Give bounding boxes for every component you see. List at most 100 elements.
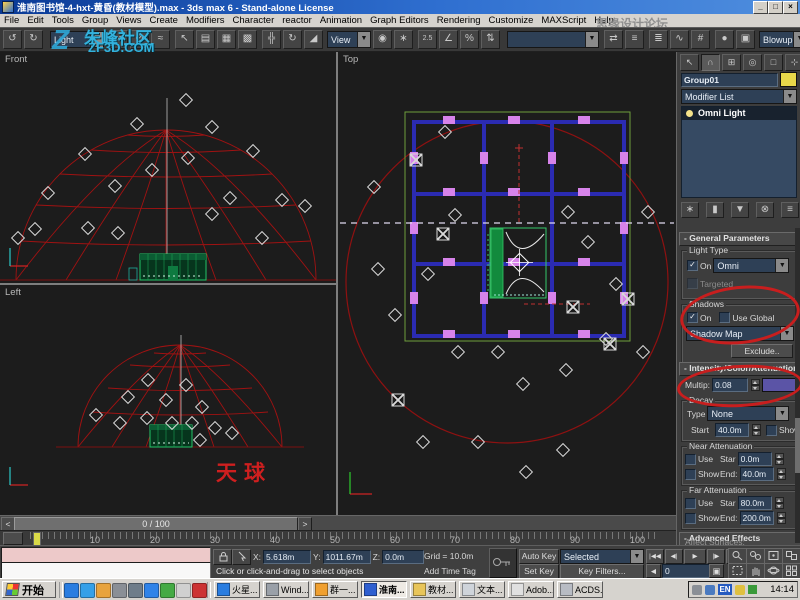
quick-launch-icon-7[interactable] xyxy=(160,583,175,598)
quick-launch-icon-2[interactable] xyxy=(80,583,95,598)
language-indicator[interactable]: EN xyxy=(718,584,732,595)
far-start-field[interactable]: 80.0m xyxy=(737,496,772,510)
undo-icon[interactable]: ↺ xyxy=(3,30,22,49)
omni-light-marker[interactable] xyxy=(194,399,210,415)
key-filters-button[interactable]: Key Filters... xyxy=(560,564,644,579)
rect-selection-region-icon[interactable]: ▦ xyxy=(217,30,236,49)
snap-toggle-icon[interactable]: 2.5 xyxy=(418,30,437,49)
omni-light-marker-selected[interactable] xyxy=(409,153,423,167)
omni-light-marker[interactable] xyxy=(370,261,386,277)
rollout-general-parameters[interactable]: - General Parameters xyxy=(679,232,800,246)
omni-light-marker[interactable] xyxy=(88,407,104,423)
material-editor-icon[interactable]: ● xyxy=(715,30,734,49)
zoom-extents-all-button[interactable] xyxy=(782,548,800,564)
far-start-spinner[interactable] xyxy=(774,497,784,509)
omni-light-marker[interactable] xyxy=(40,185,56,201)
omni-light-marker[interactable] xyxy=(144,162,160,178)
x-coordinate-field[interactable]: 5.618m xyxy=(263,550,312,564)
tab-create[interactable]: ↖ xyxy=(680,54,699,71)
tray-app-icon[interactable] xyxy=(748,585,757,594)
quick-launch-icon-9[interactable] xyxy=(192,583,207,598)
decay-show-checkbox[interactable] xyxy=(766,424,777,436)
viewport-label-left[interactable]: Left xyxy=(5,287,21,298)
maxscript-listener-white[interactable] xyxy=(1,562,211,579)
percent-snap-icon[interactable]: % xyxy=(460,30,479,49)
omni-light-marker[interactable] xyxy=(447,207,463,223)
viewport-top[interactable]: Top xyxy=(338,52,676,515)
omni-light-marker-selected[interactable] xyxy=(603,337,617,351)
track-bar[interactable]: 10 20 30 40 50 60 70 80 90 100 xyxy=(0,530,676,546)
maximize-button[interactable]: □ xyxy=(768,0,783,14)
omni-light-marker[interactable] xyxy=(437,124,453,140)
omni-light-marker[interactable] xyxy=(178,377,194,393)
absolute-offset-toggle[interactable] xyxy=(232,549,251,565)
omni-light-marker[interactable] xyxy=(555,442,571,458)
close-button[interactable]: × xyxy=(783,0,798,14)
far-end-spinner[interactable] xyxy=(776,512,786,524)
key-selection-dropdown[interactable]: Selected ▼ xyxy=(560,549,644,564)
decay-type-dropdown[interactable]: None ▼ xyxy=(707,406,790,421)
omni-light-marker[interactable] xyxy=(635,344,651,360)
panel-scrollbar-thumb[interactable] xyxy=(795,418,800,473)
key-mode-toggle[interactable]: ◄ xyxy=(646,564,661,578)
trackbar-filter-button[interactable] xyxy=(3,532,23,545)
spinner-snap-icon[interactable]: ⇅ xyxy=(481,30,500,49)
named-selection-dropdown[interactable]: ▼ xyxy=(507,31,599,48)
add-time-tag[interactable]: Add Time Tag xyxy=(424,566,476,576)
omni-light-marker[interactable] xyxy=(112,415,128,431)
menu-character[interactable]: Character xyxy=(229,15,279,26)
quick-launch-icon-1[interactable] xyxy=(64,583,79,598)
next-frame-button[interactable]: |▶ xyxy=(707,549,725,564)
volume-icon[interactable] xyxy=(692,584,702,595)
exclude-button[interactable]: Exclude.. xyxy=(731,344,793,358)
tray-app-icon[interactable] xyxy=(705,584,715,595)
pan-button[interactable] xyxy=(746,563,765,579)
omni-light-marker[interactable] xyxy=(120,389,136,405)
taskbar-task-7[interactable]: Adob... xyxy=(508,581,554,598)
tray-app-icon[interactable] xyxy=(735,584,745,595)
omni-light-marker[interactable] xyxy=(27,221,43,237)
omni-light-marker-selected[interactable] xyxy=(436,227,450,241)
rollout-intensity-color-attenuation[interactable]: - Intensity/Color/Attenuation xyxy=(679,362,800,376)
menu-modifiers[interactable]: Modifiers xyxy=(182,15,229,26)
layer-manager-icon[interactable]: ≣ xyxy=(649,30,668,49)
omni-light-marker[interactable] xyxy=(580,234,596,250)
omni-light-marker[interactable] xyxy=(140,372,156,388)
tab-motion[interactable]: ◎ xyxy=(743,54,762,71)
menu-help[interactable]: Help xyxy=(590,15,618,26)
taskbar-task-8[interactable]: ACDS... xyxy=(557,581,603,598)
menu-animation[interactable]: Animation xyxy=(316,15,366,26)
omni-light-marker[interactable] xyxy=(107,178,123,194)
menu-file[interactable]: File xyxy=(0,15,23,26)
omni-light-marker[interactable] xyxy=(274,192,290,208)
min-max-toggle-button[interactable] xyxy=(782,563,800,579)
omni-light-marker[interactable] xyxy=(640,204,656,220)
omni-light-marker[interactable] xyxy=(450,344,466,360)
curve-editor-icon[interactable]: ∿ xyxy=(670,30,689,49)
modifier-list-dropdown[interactable]: Modifier List ▼ xyxy=(681,89,797,104)
taskbar-task-1[interactable]: 火星... xyxy=(214,581,260,598)
panel-scrollbar[interactable] xyxy=(795,228,800,543)
tab-display[interactable]: □ xyxy=(764,54,783,71)
time-slider-left-arrow[interactable]: < xyxy=(1,517,15,531)
light-color-swatch[interactable] xyxy=(762,378,799,392)
trackbar-frame-marker[interactable] xyxy=(33,532,41,546)
shadows-on-checkbox[interactable]: ✓ xyxy=(687,312,698,323)
make-unique-icon[interactable]: ▼ xyxy=(731,202,749,218)
menu-create[interactable]: Create xyxy=(145,15,182,26)
near-show-checkbox[interactable] xyxy=(685,468,696,480)
omni-light-marker[interactable] xyxy=(204,119,220,135)
taskbar-task-5[interactable]: 教材... xyxy=(410,581,456,598)
omni-light-marker-selected[interactable] xyxy=(621,292,635,306)
play-button[interactable]: ▶ xyxy=(684,549,706,564)
menu-maxscript[interactable]: MAXScript xyxy=(537,15,590,26)
menu-customize[interactable]: Customize xyxy=(485,15,538,26)
menu-group[interactable]: Group xyxy=(78,15,112,26)
targeted-checkbox[interactable] xyxy=(687,278,698,289)
z-coordinate-field[interactable]: 0.0m xyxy=(382,550,425,564)
maxscript-listener-pink[interactable] xyxy=(1,547,211,563)
render-type-dropdown[interactable]: Blowup▼ xyxy=(759,31,800,48)
omni-light-marker[interactable] xyxy=(192,432,208,448)
taskbar-task-2[interactable]: Wind... xyxy=(263,581,309,598)
menu-views[interactable]: Views xyxy=(112,15,145,26)
